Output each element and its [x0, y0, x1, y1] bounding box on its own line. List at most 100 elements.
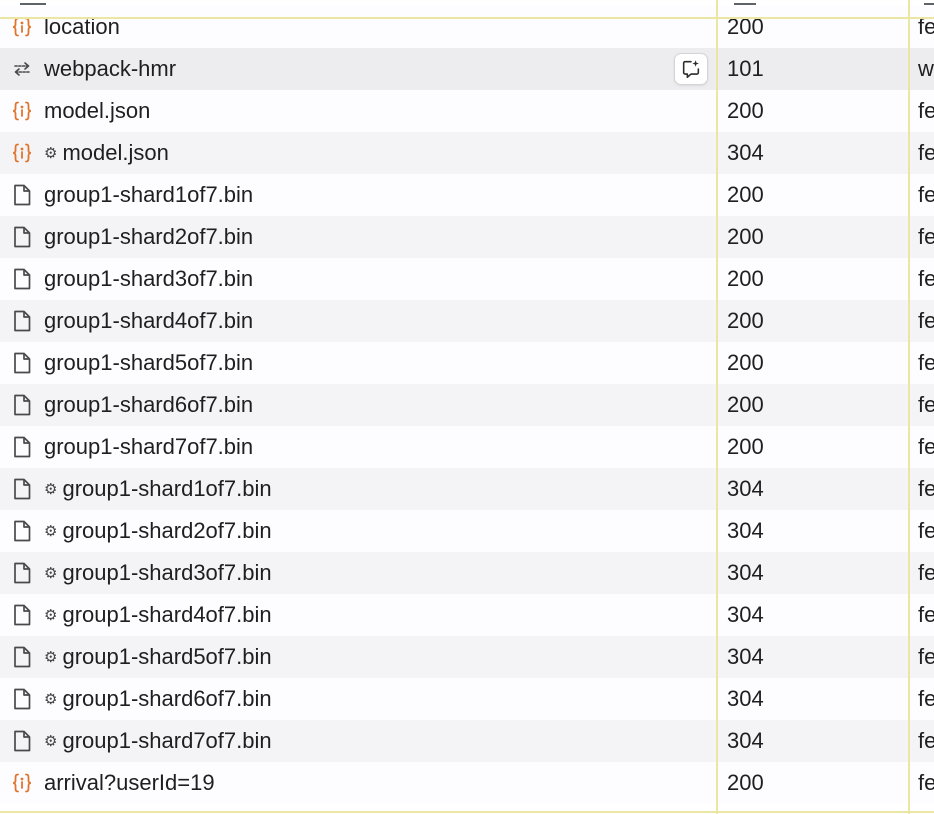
- name-cell[interactable]: model.json: [0, 90, 716, 132]
- status-cell[interactable]: 200: [718, 90, 908, 132]
- type-cell[interactable]: fe: [910, 174, 934, 216]
- status-cell[interactable]: 200: [718, 384, 908, 426]
- name-cell[interactable]: ⚙ group1-shard4of7.bin: [0, 594, 716, 636]
- name-cell[interactable]: ⚙ group1-shard1of7.bin: [0, 468, 716, 510]
- request-type: fe: [918, 518, 934, 543]
- document-icon: [10, 519, 34, 543]
- table-row[interactable]: webpack-hmr 101 w: [0, 48, 934, 90]
- table-row[interactable]: group1-shard2of7.bin 200 fe: [0, 216, 934, 258]
- name-cell[interactable]: arrival?userId=19: [0, 762, 716, 804]
- table-row[interactable]: ⚙ group1-shard1of7.bin 304 fe: [0, 468, 934, 510]
- request-name: location: [44, 14, 120, 39]
- table-row[interactable]: ⚙ group1-shard2of7.bin 304 fe: [0, 510, 934, 552]
- table-row[interactable]: ⚙ group1-shard7of7.bin 304 fe: [0, 720, 934, 762]
- status-cell[interactable]: 200: [718, 6, 908, 48]
- status-cell[interactable]: 200: [718, 762, 908, 804]
- ai-assist-button[interactable]: [674, 53, 708, 85]
- type-cell[interactable]: fe: [910, 720, 934, 762]
- type-cell[interactable]: fe: [910, 426, 934, 468]
- table-row[interactable]: ⚙ group1-shard5of7.bin 304 fe: [0, 636, 934, 678]
- request-name: arrival?userId=19: [44, 770, 215, 795]
- status-cell[interactable]: 304: [718, 552, 908, 594]
- status-cell[interactable]: 101: [718, 48, 908, 90]
- status-cell[interactable]: 200: [718, 300, 908, 342]
- column-divider-status-type[interactable]: [908, 0, 910, 814]
- type-cell[interactable]: fe: [910, 258, 934, 300]
- table-row[interactable]: group1-shard3of7.bin 200 fe: [0, 258, 934, 300]
- status-code: 304: [727, 518, 764, 543]
- status-code: 304: [727, 644, 764, 669]
- request-type: fe: [918, 98, 934, 123]
- table-row[interactable]: group1-shard7of7.bin 200 fe: [0, 426, 934, 468]
- type-cell[interactable]: fe: [910, 342, 934, 384]
- type-cell[interactable]: fe: [910, 468, 934, 510]
- name-cell[interactable]: group1-shard1of7.bin: [0, 174, 716, 216]
- request-name: group1-shard5of7.bin: [44, 350, 254, 375]
- name-cell[interactable]: ⚙ group1-shard3of7.bin: [0, 552, 716, 594]
- status-cell[interactable]: 304: [718, 594, 908, 636]
- name-cell[interactable]: ⚙ group1-shard7of7.bin: [0, 720, 716, 762]
- table-row[interactable]: arrival?userId=19 200 fe: [0, 762, 934, 804]
- name-cell[interactable]: group1-shard5of7.bin: [0, 342, 716, 384]
- document-icon: [10, 729, 34, 753]
- type-cell[interactable]: fe: [910, 6, 934, 48]
- status-cell[interactable]: 304: [718, 636, 908, 678]
- name-cell[interactable]: webpack-hmr: [0, 48, 716, 90]
- gear-icon: ⚙: [44, 564, 58, 582]
- name-cell[interactable]: group1-shard3of7.bin: [0, 258, 716, 300]
- type-cell[interactable]: fe: [910, 636, 934, 678]
- name-cell[interactable]: ⚙ group1-shard5of7.bin: [0, 636, 716, 678]
- status-cell[interactable]: 304: [718, 468, 908, 510]
- json-brace-icon: [10, 141, 34, 165]
- status-column-header[interactable]: [734, 0, 756, 5]
- type-cell[interactable]: fe: [910, 216, 934, 258]
- request-name: group1-shard1of7.bin: [62, 476, 272, 501]
- name-cell[interactable]: location: [0, 6, 716, 48]
- table-row[interactable]: ⚙ group1-shard3of7.bin 304 fe: [0, 552, 934, 594]
- request-name: model.json: [62, 140, 169, 165]
- status-cell[interactable]: 304: [718, 132, 908, 174]
- name-cell[interactable]: group1-shard7of7.bin: [0, 426, 716, 468]
- status-cell[interactable]: 304: [718, 720, 908, 762]
- request-type: fe: [918, 182, 934, 207]
- status-cell[interactable]: 304: [718, 678, 908, 720]
- table-row[interactable]: ⚙ group1-shard4of7.bin 304 fe: [0, 594, 934, 636]
- type-cell[interactable]: fe: [910, 90, 934, 132]
- status-cell[interactable]: 200: [718, 216, 908, 258]
- name-cell[interactable]: group1-shard4of7.bin: [0, 300, 716, 342]
- type-cell[interactable]: fe: [910, 132, 934, 174]
- status-code: 101: [727, 56, 764, 81]
- document-icon: [10, 351, 34, 375]
- table-row[interactable]: group1-shard6of7.bin 200 fe: [0, 384, 934, 426]
- status-code: 200: [727, 392, 764, 417]
- table-row[interactable]: model.json 200 fe: [0, 90, 934, 132]
- type-cell[interactable]: fe: [910, 762, 934, 804]
- type-cell[interactable]: fe: [910, 510, 934, 552]
- request-type: fe: [918, 224, 934, 249]
- type-cell[interactable]: w: [910, 48, 934, 90]
- type-cell[interactable]: fe: [910, 594, 934, 636]
- type-column-header[interactable]: [924, 0, 934, 5]
- table-row[interactable]: ⚙ model.json 304 fe: [0, 132, 934, 174]
- table-row[interactable]: group1-shard1of7.bin 200 fe: [0, 174, 934, 216]
- name-cell[interactable]: group1-shard2of7.bin: [0, 216, 716, 258]
- name-cell[interactable]: ⚙ group1-shard2of7.bin: [0, 510, 716, 552]
- table-row[interactable]: group1-shard5of7.bin 200 fe: [0, 342, 934, 384]
- type-cell[interactable]: fe: [910, 678, 934, 720]
- name-cell[interactable]: ⚙ group1-shard6of7.bin: [0, 678, 716, 720]
- name-cell[interactable]: group1-shard6of7.bin: [0, 384, 716, 426]
- table-row[interactable]: group1-shard4of7.bin 200 fe: [0, 300, 934, 342]
- column-divider-name-status[interactable]: [716, 0, 718, 814]
- type-cell[interactable]: fe: [910, 384, 934, 426]
- status-cell[interactable]: 200: [718, 426, 908, 468]
- status-cell[interactable]: 200: [718, 174, 908, 216]
- status-cell[interactable]: 200: [718, 258, 908, 300]
- type-cell[interactable]: fe: [910, 552, 934, 594]
- type-cell[interactable]: fe: [910, 300, 934, 342]
- table-row[interactable]: location 200 fe: [0, 6, 934, 48]
- status-cell[interactable]: 304: [718, 510, 908, 552]
- name-column-header[interactable]: [20, 0, 46, 5]
- table-row[interactable]: ⚙ group1-shard6of7.bin 304 fe: [0, 678, 934, 720]
- name-cell[interactable]: ⚙ model.json: [0, 132, 716, 174]
- status-cell[interactable]: 200: [718, 342, 908, 384]
